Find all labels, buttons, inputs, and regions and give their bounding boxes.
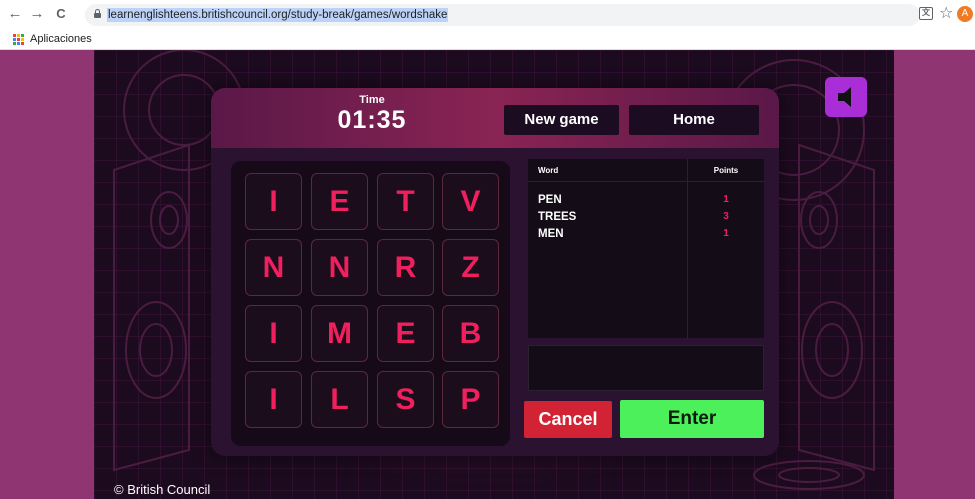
timer-label: Time (359, 94, 385, 106)
word-column-header: Word (538, 166, 559, 175)
reload-icon[interactable]: C (52, 5, 70, 23)
url-text[interactable]: learnenglishteens.britishcouncil.org/stu… (107, 8, 449, 22)
table-row: MEN 1 (528, 228, 764, 245)
sound-toggle-button[interactable] (825, 77, 867, 117)
home-button[interactable]: Home (629, 105, 759, 135)
game-panel: Time 01:35 New game Home I E T V N N R Z… (211, 88, 779, 456)
letter-tile[interactable]: S (377, 371, 434, 428)
letter-tile[interactable]: M (311, 305, 368, 362)
bookmarks-bar: Aplicaciones (0, 30, 975, 49)
letter-tile[interactable]: E (377, 305, 434, 362)
letter-tile[interactable]: I (245, 173, 302, 230)
letter-tile[interactable]: T (377, 173, 434, 230)
found-word: MEN (538, 228, 564, 240)
found-word: PEN (538, 194, 562, 206)
found-word: TREES (538, 211, 577, 223)
apps-grid-icon[interactable] (13, 34, 24, 45)
cancel-button[interactable]: Cancel (524, 401, 612, 438)
new-game-button[interactable]: New game (504, 105, 619, 135)
column-divider (687, 159, 688, 338)
letter-tile[interactable]: I (245, 371, 302, 428)
word-points: 1 (723, 194, 729, 205)
letter-tile[interactable]: L (311, 371, 368, 428)
table-row: PEN 1 (528, 194, 764, 211)
speaker-icon (838, 87, 851, 107)
bookmark-star-icon[interactable]: ☆ (939, 3, 953, 23)
page-background: Time 01:35 New game Home I E T V N N R Z… (0, 50, 975, 499)
points-column-header: Points (713, 166, 739, 175)
letter-tile[interactable]: E (311, 173, 368, 230)
timer-value: 01:35 (337, 106, 407, 134)
lock-icon (94, 9, 101, 18)
address-bar[interactable]: learnenglishteens.britishcouncil.org/stu… (85, 4, 920, 26)
browser-chrome: ← → C learnenglishteens.britishcouncil.o… (0, 0, 975, 50)
letter-board: I E T V N N R Z I M E B I L S P (231, 161, 510, 446)
word-points: 3 (723, 211, 729, 222)
letter-tile[interactable]: P (442, 371, 499, 428)
letter-tile[interactable]: Z (442, 239, 499, 296)
enter-button[interactable]: Enter (620, 400, 764, 438)
bookmark-apps[interactable]: Aplicaciones (30, 33, 92, 45)
table-row: TREES 3 (528, 211, 764, 228)
found-words-table: Word Points PEN 1 TREES 3 MEN 1 (528, 159, 764, 338)
game-area: Time 01:35 New game Home I E T V N N R Z… (94, 50, 894, 499)
copyright-text: © British Council (114, 482, 211, 497)
panel-header: Time 01:35 New game Home (211, 88, 779, 148)
table-header: Word Points (528, 159, 764, 182)
forward-arrow-icon[interactable]: → (28, 5, 46, 23)
letter-tile[interactable]: B (442, 305, 499, 362)
current-word-display (528, 345, 764, 391)
letter-tile[interactable]: N (245, 239, 302, 296)
letter-tile[interactable]: R (377, 239, 434, 296)
letter-tile[interactable]: I (245, 305, 302, 362)
translate-icon[interactable]: 文 (919, 7, 933, 20)
profile-avatar[interactable]: A (957, 6, 973, 22)
back-arrow-icon[interactable]: ← (6, 5, 24, 23)
letter-tile[interactable]: N (311, 239, 368, 296)
letter-tile[interactable]: V (442, 173, 499, 230)
word-points: 1 (723, 228, 729, 239)
